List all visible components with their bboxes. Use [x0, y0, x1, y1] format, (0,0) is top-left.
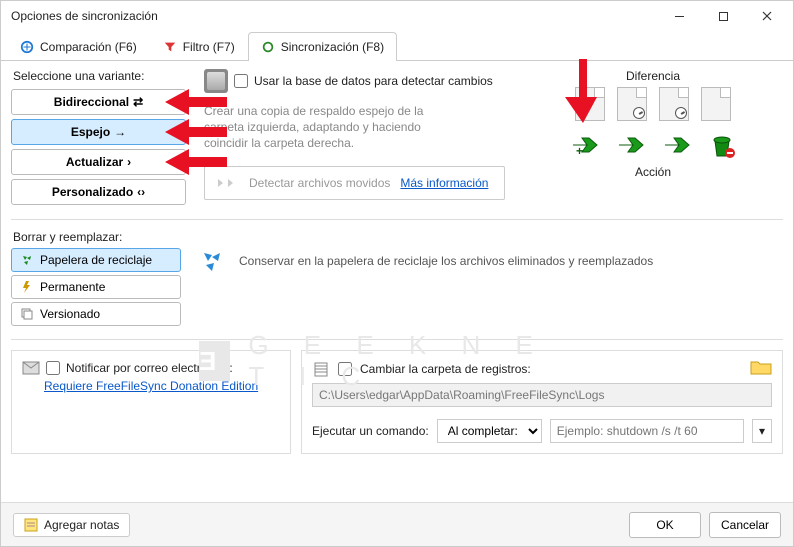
action-delete-right[interactable] — [704, 129, 740, 161]
page-right-newer-icon — [659, 87, 689, 121]
titlebar: Opciones de sincronización — [1, 1, 793, 31]
folder-browse-icon[interactable] — [750, 358, 772, 376]
email-notify-label: Notificar por correo electrónico: — [66, 361, 233, 375]
recycle-description: Conservar en la papelera de reciclaje lo… — [239, 254, 653, 268]
compare-icon — [20, 40, 34, 54]
use-database-checkbox[interactable] — [234, 74, 248, 88]
delete-permanent-button[interactable]: Permanente — [11, 275, 181, 299]
exec-dropdown-icon[interactable]: ▾ — [752, 419, 772, 443]
variant-description: Crear una copia de respaldo espejo de la… — [204, 103, 434, 152]
email-donation-link[interactable]: Requiere FreeFileSync Donation Edition — [44, 379, 258, 393]
delete-recycle-button[interactable]: Papelera de reciclaje — [11, 248, 181, 272]
variant-update[interactable]: Actualizar › — [11, 149, 186, 175]
log-path-input[interactable] — [312, 383, 772, 407]
database-icon — [204, 69, 228, 93]
close-button[interactable] — [745, 2, 789, 30]
sync-icon — [261, 40, 275, 54]
ok-button[interactable]: OK — [629, 512, 701, 538]
page-left-only-icon — [575, 87, 605, 121]
maximize-button[interactable] — [701, 2, 745, 30]
exec-label: Ejecutar un comando: — [312, 424, 429, 438]
svg-text:+: + — [576, 144, 583, 158]
bidir-icon: ⇄ — [133, 95, 143, 109]
cancel-button[interactable]: Cancelar — [709, 512, 781, 538]
variant-bidirectional[interactable]: Bidireccional ⇄ — [11, 89, 186, 115]
exec-when-select[interactable]: Al completar: — [437, 419, 542, 443]
variant-custom[interactable]: Personalizado ‹› — [11, 179, 186, 205]
difference-icons — [523, 87, 783, 121]
email-notify-checkbox[interactable] — [46, 361, 60, 375]
tab-filter[interactable]: Filtro (F7) — [150, 32, 248, 61]
notes-icon — [24, 518, 38, 532]
variant-label: Seleccione una variante: — [13, 69, 186, 83]
detect-moved-label: Detectar archivos movidos — [249, 176, 390, 190]
change-log-folder-label: Cambiar la carpeta de registros: — [360, 362, 531, 376]
page-right-only-icon — [701, 87, 731, 121]
filter-icon — [163, 40, 177, 54]
tab-sync[interactable]: Sincronización (F8) — [248, 32, 397, 61]
delete-versioned-button[interactable]: Versionado — [11, 302, 181, 326]
tab-filter-label: Filtro (F7) — [183, 40, 235, 54]
arrow-right-icon: → — [114, 125, 126, 139]
use-database-label: Usar la base de datos para detectar camb… — [254, 74, 493, 88]
window-title: Opciones de sincronización — [11, 9, 158, 23]
tab-bar: Comparación (F6) Filtro (F7) Sincronizac… — [1, 31, 793, 61]
recycle-bin-icon — [199, 248, 225, 274]
change-log-folder-checkbox[interactable] — [338, 362, 352, 376]
email-icon — [22, 361, 40, 375]
tab-compare[interactable]: Comparación (F6) — [7, 32, 150, 61]
minimize-button[interactable] — [657, 2, 701, 30]
add-notes-button[interactable]: Agregar notas — [13, 513, 130, 537]
detect-moved-row: Detectar archivos movidos Más informació… — [204, 166, 505, 200]
variant-mirror[interactable]: Espejo → — [11, 119, 186, 145]
detect-arrows-icon — [215, 175, 239, 191]
tab-compare-label: Comparación (F6) — [40, 40, 137, 54]
delete-label: Borrar y reemplazar: — [13, 230, 181, 244]
chevron-right-icon: › — [127, 155, 131, 169]
action-update-right-older[interactable] — [658, 129, 694, 161]
recycle-icon — [20, 253, 34, 267]
detect-more-info-link[interactable]: Más información — [400, 176, 488, 190]
action-update-right-newer[interactable] — [612, 129, 648, 161]
flash-icon — [20, 280, 34, 294]
action-create-right[interactable]: + — [566, 129, 602, 161]
log-icon — [312, 361, 330, 377]
stack-icon — [20, 307, 34, 321]
page-left-newer-icon — [617, 87, 647, 121]
action-label: Acción — [523, 165, 783, 179]
exec-command-input[interactable] — [550, 419, 744, 443]
difference-label: Diferencia — [523, 69, 783, 83]
tab-sync-label: Sincronización (F8) — [281, 40, 384, 54]
code-icon: ‹› — [137, 185, 145, 199]
